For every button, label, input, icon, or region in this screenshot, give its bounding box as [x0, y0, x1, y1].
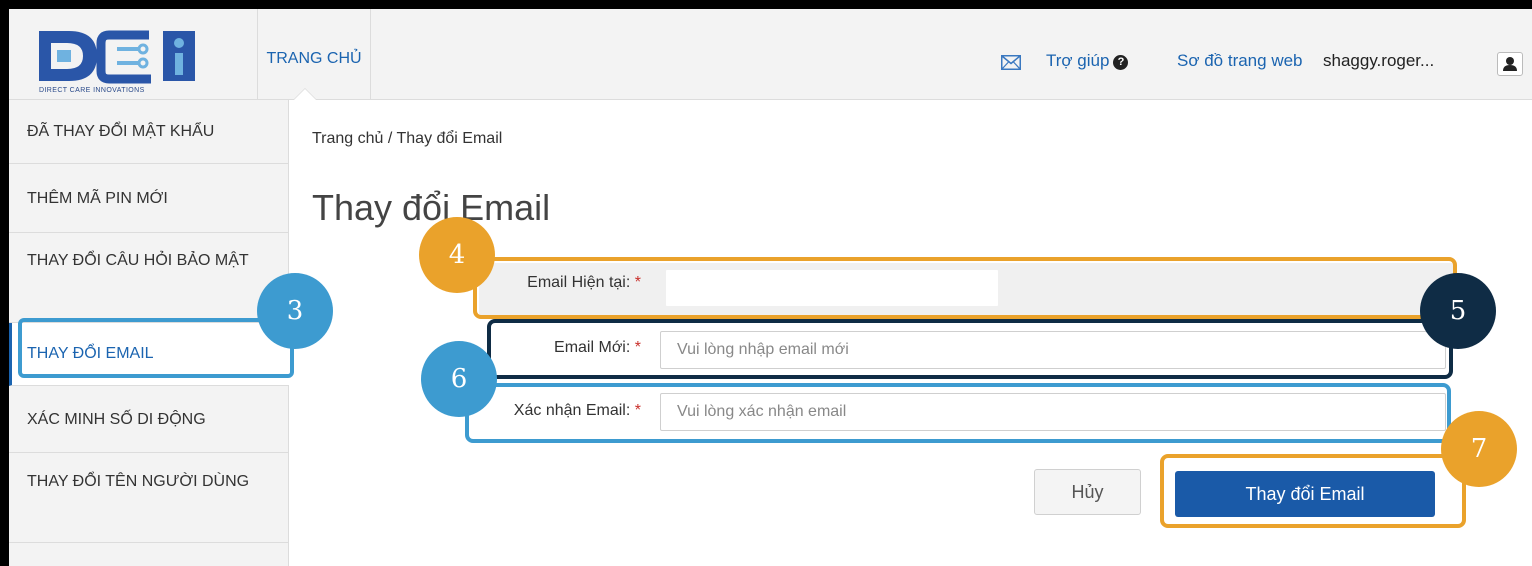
sidebar-item-add-pin[interactable]: THÊM MÃ PIN MỚI	[9, 164, 289, 233]
sidebar-item-security-question[interactable]: THAY ĐỔI CÂU HỎI BẢO MẬT	[9, 233, 289, 323]
confirm-email-input[interactable]: Vui lòng xác nhận email	[660, 393, 1446, 431]
nav-home-link[interactable]: TRANG CHỦ	[257, 9, 371, 100]
logo-tagline: DIRECT CARE INNOVATIONS	[39, 87, 145, 94]
user-icon	[1503, 57, 1517, 71]
logo-graphic	[39, 30, 195, 84]
page-title: Thay đổi Email	[312, 187, 551, 228]
nav-active-caret	[294, 89, 316, 100]
question-circle-icon: ?	[1113, 55, 1129, 70]
help-label: Trợ giúp	[1046, 51, 1110, 70]
breadcrumb: Trang chủ / Thay đổi Email	[312, 130, 503, 147]
new-email-label: Email Mới: *	[554, 339, 641, 356]
top-navbar: DIRECT CARE INNOVATIONS TRANG CHỦ Trợ gi…	[9, 9, 1532, 100]
annotation-badge-7: 7	[1441, 411, 1517, 487]
sidebar-item-change-username[interactable]: THAY ĐỔI TÊN NGƯỜI DÙNG	[9, 453, 289, 543]
annotation-badge-6: 6	[421, 341, 497, 417]
dci-logo[interactable]: DIRECT CARE INNOVATIONS	[39, 27, 201, 94]
sidebar-item-changed-password[interactable]: ĐÃ THAY ĐỔI MẬT KHẨU	[9, 100, 289, 164]
help-link[interactable]: Trợ giúp?	[1046, 51, 1129, 71]
annotation-badge-3: 3	[257, 273, 333, 349]
username-label[interactable]: shaggy.roger...	[1323, 51, 1434, 71]
annotation-badge-5: 5	[1420, 273, 1496, 349]
sitemap-link[interactable]: Sơ đồ trang web	[1177, 51, 1303, 71]
app-window: DIRECT CARE INNOVATIONS TRANG CHỦ Trợ gi…	[9, 9, 1532, 566]
confirm-email-label: Xác nhận Email: *	[513, 402, 641, 419]
sidebar: ĐÃ THAY ĐỔI MẬT KHẨU THÊM MÃ PIN MỚI THA…	[9, 100, 289, 566]
new-email-input[interactable]: Vui lòng nhập email mới	[660, 331, 1446, 369]
envelope-icon[interactable]	[1001, 55, 1021, 70]
annotation-badge-4: 4	[419, 217, 495, 293]
current-email-field	[665, 269, 999, 307]
current-email-label: Email Hiện tại: *	[527, 274, 641, 291]
change-email-button[interactable]: Thay đổi Email	[1175, 471, 1435, 517]
sidebar-item-change-email[interactable]: THAY ĐỔI EMAIL	[9, 323, 289, 386]
cancel-button[interactable]: Hủy	[1034, 469, 1141, 515]
sidebar-item-verify-mobile[interactable]: XÁC MINH SỐ DI ĐỘNG	[9, 386, 289, 453]
user-menu-button[interactable]	[1497, 52, 1523, 76]
